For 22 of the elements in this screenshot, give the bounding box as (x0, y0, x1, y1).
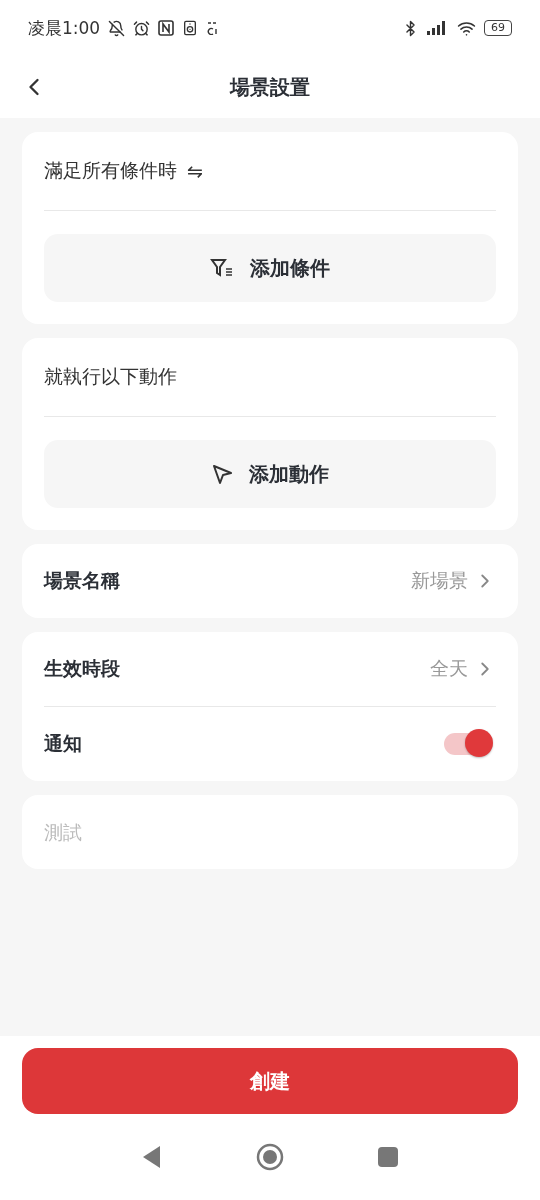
home-nav-icon[interactable] (256, 1143, 284, 1171)
nfc-icon (158, 20, 175, 36)
filter-list-icon (210, 257, 234, 279)
create-button[interactable]: 創建 (22, 1048, 518, 1114)
status-time: 凌晨1:00 (28, 16, 101, 40)
speaker-icon (182, 20, 199, 36)
back-nav-icon[interactable] (142, 1145, 162, 1169)
setting-label: 通知 (44, 731, 83, 756)
add-condition-button[interactable]: 添加條件 (44, 234, 496, 302)
conditions-heading: 滿足所有條件時 (44, 158, 177, 183)
cursor-arrow-icon (211, 463, 233, 485)
bell-off-icon (108, 19, 126, 37)
actions-heading: 就執行以下動作 (44, 364, 177, 389)
setting-label: 生效時段 (44, 656, 121, 681)
setting-label: 場景名稱 (44, 568, 121, 593)
page-title: 場景設置 (230, 73, 310, 101)
recents-nav-icon[interactable] (378, 1147, 398, 1167)
add-action-button[interactable]: 添加動作 (44, 440, 496, 508)
alarm-icon (133, 19, 151, 37)
switch-mode-symbol[interactable]: ⇋ (187, 160, 203, 182)
battery-indicator: 69 (484, 20, 512, 36)
note-input-field[interactable]: 測試 (22, 795, 518, 869)
